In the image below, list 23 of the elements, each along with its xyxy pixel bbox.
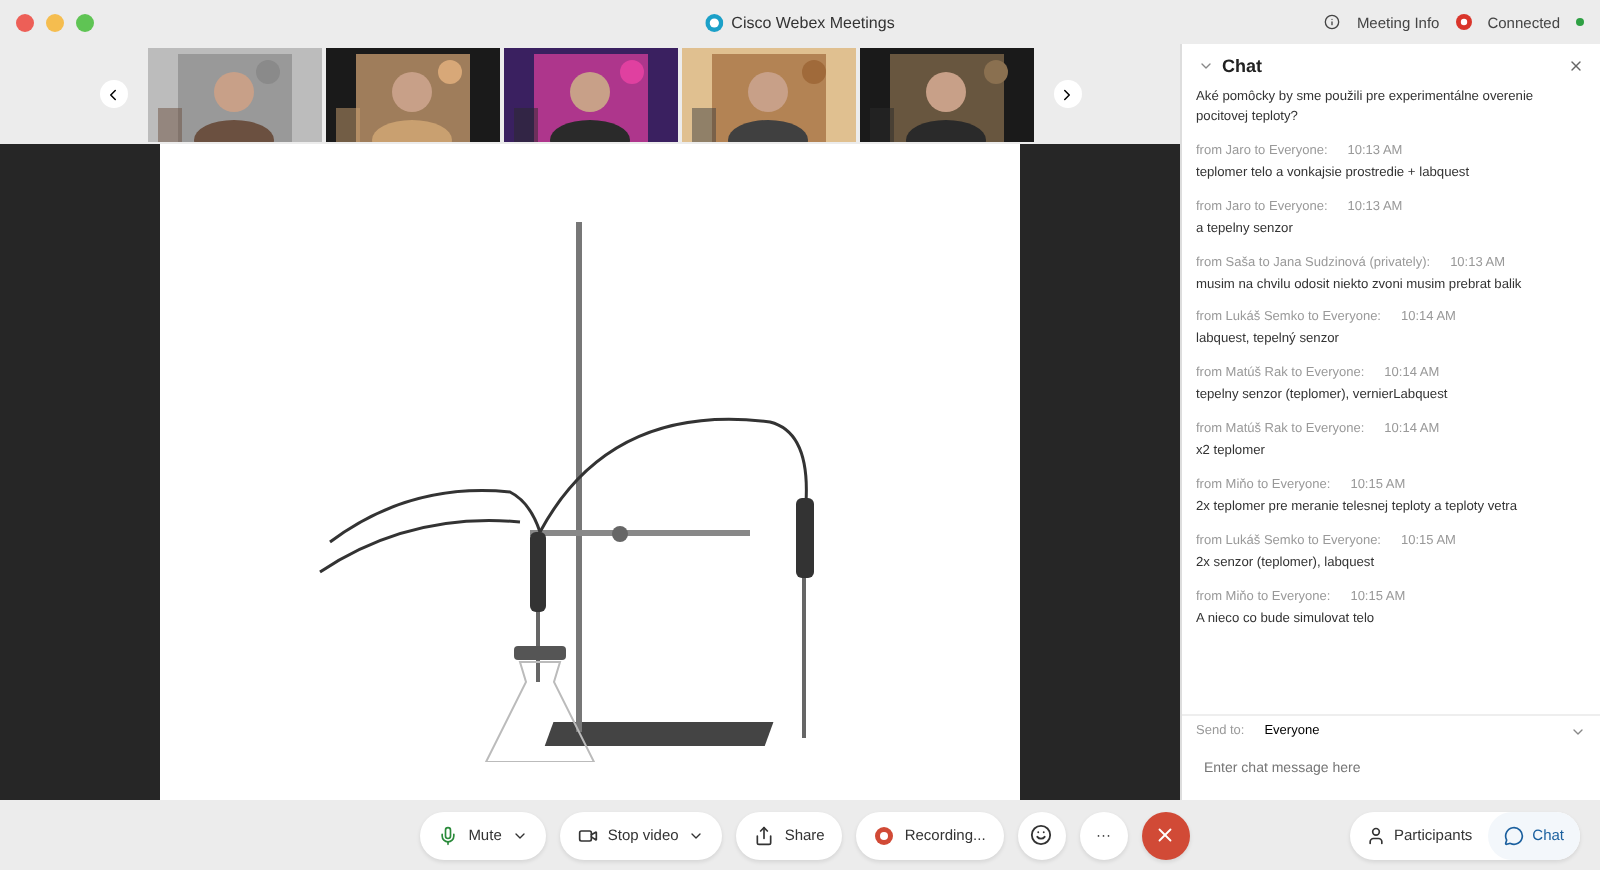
close-icon[interactable] <box>1568 58 1584 74</box>
panel-title: Chat <box>1222 56 1262 76</box>
recording-indicator-icon <box>1455 14 1472 30</box>
microphone-icon <box>438 825 459 845</box>
chevron-left-icon <box>104 85 122 103</box>
record-icon <box>874 825 895 845</box>
next-button[interactable] <box>1053 80 1081 108</box>
smiley-icon <box>1030 824 1053 846</box>
speech-bubble-icon <box>1504 825 1525 845</box>
close-icon <box>1154 824 1177 846</box>
collapse-icon[interactable] <box>1198 58 1214 74</box>
reactions-button[interactable] <box>1017 811 1066 859</box>
video-camera-icon <box>577 825 598 845</box>
person-icon <box>1365 825 1386 845</box>
status-dot-icon <box>1576 18 1584 26</box>
info-icon <box>1324 14 1341 30</box>
window-title: Cisco Webex Meetings <box>731 13 895 31</box>
app-logo-icon <box>705 13 724 31</box>
share-icon <box>754 825 775 845</box>
chevron-right-icon <box>1058 85 1076 103</box>
previous-button[interactable] <box>99 80 127 108</box>
leave-button[interactable] <box>1141 811 1190 859</box>
close-window-button[interactable] <box>16 13 34 31</box>
